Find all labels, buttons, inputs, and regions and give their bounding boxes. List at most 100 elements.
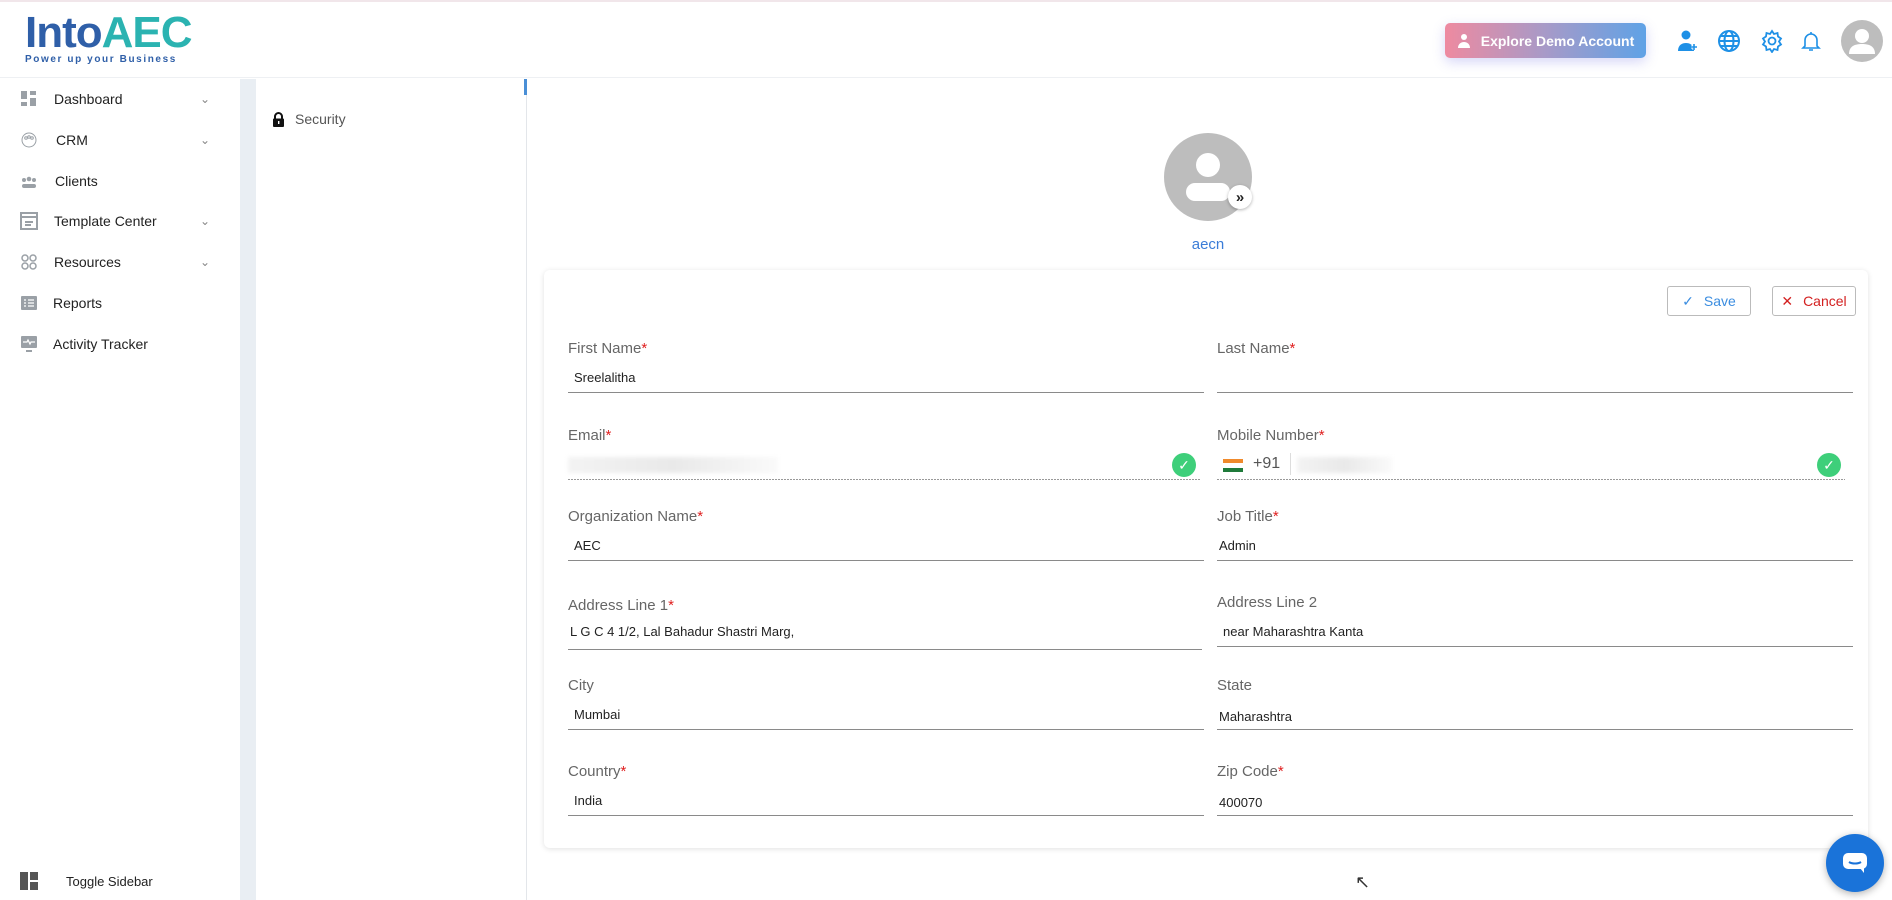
address-line-2-input[interactable]: near Maharashtra Kanta [1223, 624, 1363, 639]
subnav-security-label: Security [295, 111, 346, 127]
country-input[interactable]: India [574, 793, 602, 808]
check-icon: ✓ [1682, 292, 1694, 309]
close-icon: ✕ [1781, 292, 1794, 309]
required-mark: * [1289, 340, 1296, 357]
template-icon [20, 212, 38, 230]
verified-check-icon: ✓ [1817, 453, 1841, 477]
profile-form-card: ✓ Save ✕ Cancel First Name* Sreelalitha Las… [544, 270, 1868, 848]
required-mark: * [668, 597, 674, 614]
sidebar: Dashboard ⌄ CRM ⌄ Clients Template Center ⌄… [0, 79, 240, 900]
lock-icon [273, 111, 284, 127]
verified-check-icon: ✓ [1172, 453, 1196, 477]
field-label: Zip Code [1217, 763, 1278, 780]
crm-icon [21, 132, 37, 148]
field-label: Address Line 1 [568, 597, 669, 614]
field-label: Address Line 2 [1217, 594, 1318, 611]
explore-demo-button[interactable]: Explore Demo Account [1445, 23, 1646, 58]
sidebar-item-dashboard[interactable]: Dashboard ⌄ [0, 81, 240, 117]
field-label: First Name [568, 340, 642, 357]
save-label: Save [1703, 293, 1736, 309]
organization-name-field[interactable]: Organization Name* AEC [568, 508, 1204, 568]
organization-input[interactable]: AEC [574, 538, 601, 553]
sidebar-item-label: Template Center [54, 213, 157, 229]
scroll-indicator [524, 79, 527, 95]
chevron-down-icon: ⌄ [200, 92, 211, 106]
sidebar-item-template-center[interactable]: Template Center ⌄ [0, 203, 240, 239]
logo[interactable]: IntoAEC Power up your Business [25, 8, 193, 66]
sidebar-item-label: Clients [55, 173, 98, 189]
required-mark: * [1318, 427, 1325, 444]
last-name-field[interactable]: Last Name* [1217, 340, 1853, 400]
job-title-input[interactable]: Admin [1219, 538, 1256, 553]
mobile-input-redacted[interactable] [1297, 457, 1392, 473]
mobile-number-field[interactable]: Mobile Number* +91 ✓ [1217, 427, 1845, 487]
field-label: Organization Name [568, 508, 698, 525]
chat-widget-button[interactable] [1826, 834, 1884, 892]
chevron-down-icon: ⌄ [200, 214, 211, 228]
sidebar-divider [240, 79, 256, 900]
country-field[interactable]: Country* India [568, 763, 1204, 823]
dashboard-icon [21, 91, 36, 106]
gear-icon[interactable] [1760, 29, 1784, 53]
cancel-button[interactable]: ✕ Cancel [1772, 286, 1856, 316]
add-user-icon[interactable] [1676, 29, 1700, 53]
required-mark: * [641, 340, 648, 357]
globe-icon[interactable] [1717, 29, 1741, 53]
cancel-label: Cancel [1803, 293, 1847, 309]
chevron-down-icon: ⌄ [200, 255, 211, 269]
required-mark: * [605, 427, 612, 444]
field-label: State [1217, 677, 1253, 694]
user-avatar[interactable] [1841, 20, 1883, 62]
chat-icon [1843, 853, 1867, 873]
field-label: Job Title [1217, 508, 1273, 525]
required-mark: * [697, 508, 704, 525]
logo-accent: AEC [101, 8, 193, 57]
profile-username: aecn [1191, 236, 1225, 253]
header: IntoAEC Power up your Business Explore D… [0, 2, 1892, 78]
sidebar-item-resources[interactable]: Resources ⌄ [0, 244, 240, 280]
save-button[interactable]: ✓ Save [1667, 286, 1751, 316]
sidebar-item-label: Reports [53, 295, 103, 311]
state-field[interactable]: State Maharashtra [1217, 677, 1853, 737]
sidebar-item-reports[interactable]: Reports [0, 285, 240, 321]
toggle-sidebar-button[interactable]: Toggle Sidebar [20, 872, 153, 890]
sidebar-item-label: Activity Tracker [53, 336, 148, 352]
subnav-item-security[interactable]: Security [272, 111, 346, 127]
field-label: Country [568, 763, 621, 780]
field-label: Mobile Number [1217, 427, 1319, 444]
address-line-1-input[interactable]: L G C 4 1/2, Lal Bahadur Shastri Marg, [570, 624, 794, 639]
resources-icon [21, 254, 37, 270]
field-label: City [568, 677, 594, 694]
first-name-field[interactable]: First Name* Sreelalitha [568, 340, 1204, 400]
country-code: +91 [1253, 455, 1281, 472]
layout-icon [20, 872, 38, 890]
zip-code-field[interactable]: Zip Code* 400070 [1217, 763, 1853, 823]
zip-code-input[interactable]: 400070 [1219, 795, 1262, 810]
india-flag-icon[interactable] [1223, 459, 1243, 472]
address-line-2-field[interactable]: Address Line 2 near Maharashtra Kanta [1217, 594, 1853, 654]
sidebar-item-label: Dashboard [54, 91, 123, 107]
sidebar-item-activity-tracker[interactable]: Activity Tracker [0, 326, 240, 362]
sidebar-item-clients[interactable]: Clients [0, 163, 240, 199]
bell-icon[interactable] [1799, 29, 1823, 53]
clients-icon [22, 176, 36, 188]
change-avatar-icon[interactable]: » [1228, 185, 1252, 209]
mouse-cursor: ↖ [1355, 872, 1371, 892]
activity-icon [21, 336, 37, 352]
required-mark: * [1272, 508, 1279, 525]
reports-icon [21, 296, 37, 310]
address-line-1-field[interactable]: Address Line 1* L G C 4 1/2, Lal Bahadur … [568, 597, 1202, 657]
first-name-input[interactable]: Sreelalitha [574, 370, 635, 385]
state-input[interactable]: Maharashtra [1219, 709, 1292, 724]
city-input[interactable]: Mumbai [574, 707, 620, 722]
toggle-sidebar-label: Toggle Sidebar [66, 873, 153, 889]
sidebar-item-crm[interactable]: CRM ⌄ [0, 122, 240, 158]
city-field[interactable]: City Mumbai [568, 677, 1204, 737]
explore-demo-label: Explore Demo Account [1480, 32, 1635, 49]
email-field[interactable]: Email* ✓ [568, 427, 1200, 487]
field-label: Last Name [1217, 340, 1290, 357]
chevron-down-icon: ⌄ [200, 133, 211, 147]
logo-tagline: Power up your Business [25, 54, 177, 65]
job-title-field[interactable]: Job Title* Admin [1217, 508, 1853, 568]
email-input-redacted[interactable] [568, 457, 778, 473]
